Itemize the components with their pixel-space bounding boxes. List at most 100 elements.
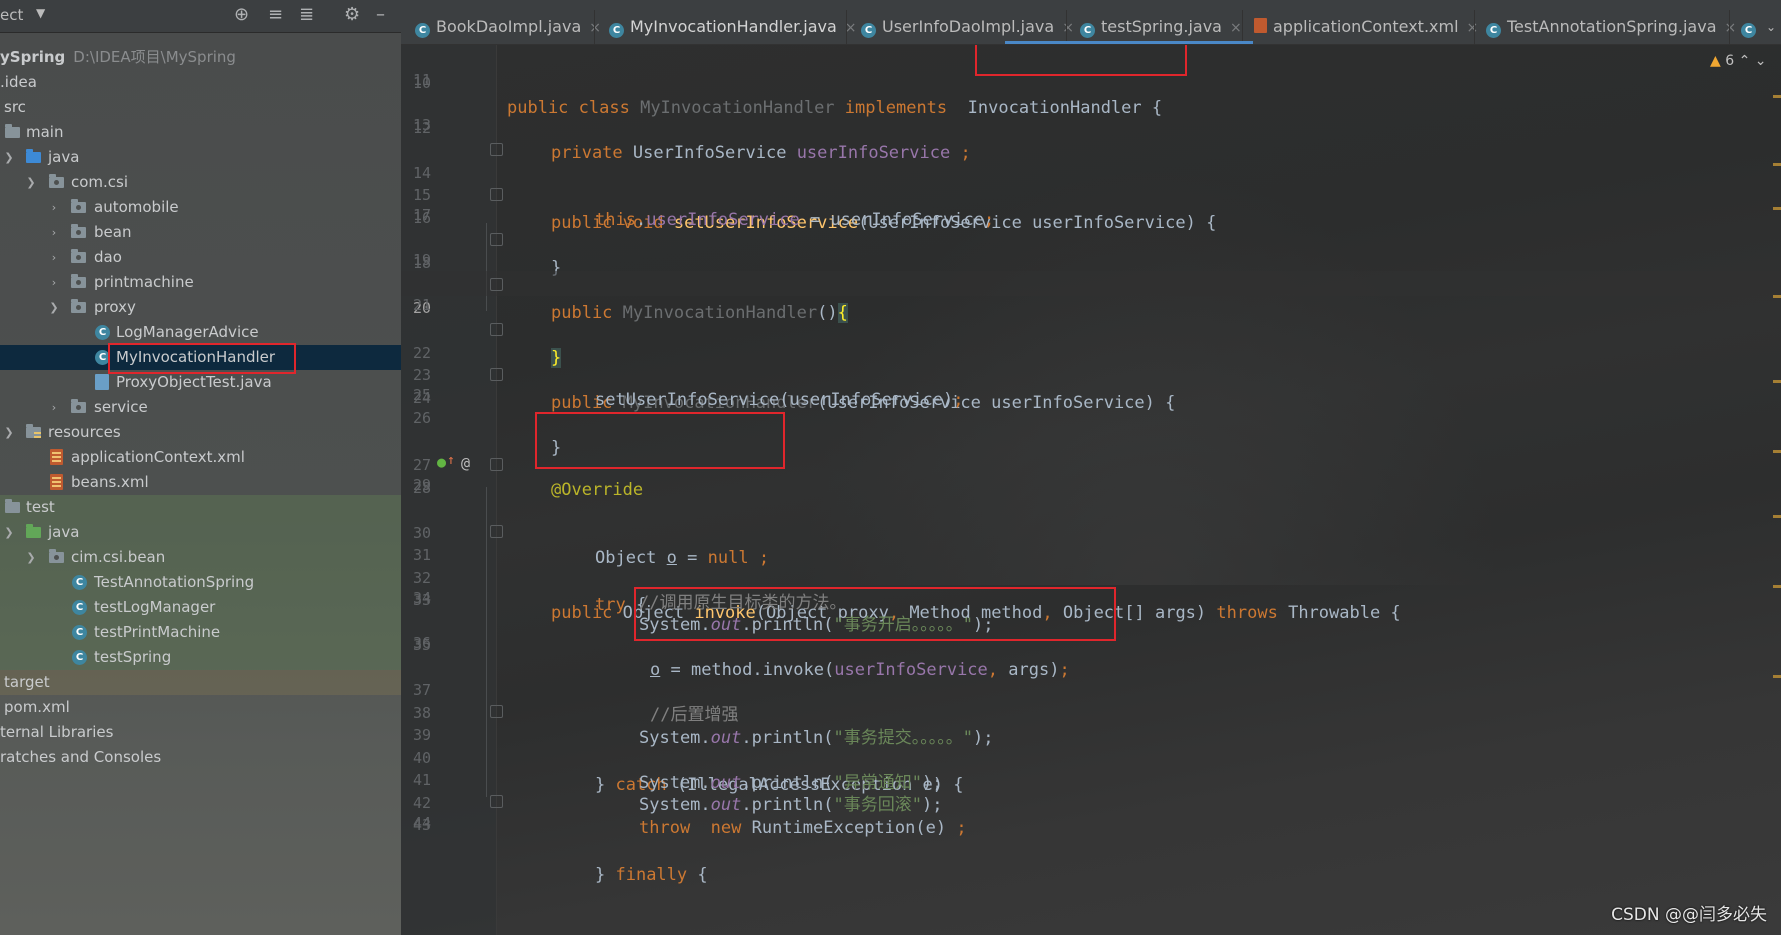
project-view-title[interactable]: ect [0, 6, 23, 24]
gear-icon[interactable]: ⚙ [344, 4, 360, 25]
chevron-down-icon[interactable]: ❯ [24, 545, 38, 570]
class-icon: C [1486, 23, 1501, 38]
class-icon: C [1080, 23, 1095, 38]
tree-item-testannotationspring[interactable]: C TestAnnotationSpring [0, 570, 401, 595]
class-icon: C [72, 575, 87, 590]
code-editor[interactable]: ▲ 6 ⌃ ⌄ 10 public class MyInvocationHand… [401, 45, 1781, 935]
tab-userinfodaoimpl[interactable]: C UserInfoDaoImpl.java × [861, 10, 1074, 44]
tab-testspring[interactable]: CtestSpring.java × [1080, 10, 1242, 44]
tree-item-label: cim.csi.bean [71, 548, 166, 566]
fold-icon[interactable] [490, 525, 503, 538]
tree-item-printmachine[interactable]: › printmachine [0, 270, 401, 295]
code-line: 23 setUserInfoService(userInfoService); [401, 338, 1781, 410]
close-icon[interactable]: × [1062, 20, 1074, 36]
close-icon[interactable]: × [1725, 20, 1737, 36]
code-line: 17 [401, 203, 1781, 228]
tab-overflow[interactable]: C [1741, 10, 1762, 44]
tree-item-testspring[interactable]: C testSpring [0, 645, 401, 670]
tree-item-logmanageradvice[interactable]: C LogManagerAdvice [0, 320, 401, 345]
tree-item-com-csi[interactable]: ❯ com.csi [0, 170, 401, 195]
collapse-all-icon[interactable]: ≣ [299, 4, 314, 25]
package-icon [71, 274, 86, 288]
tree-item-beans-xml[interactable]: beans.xml [0, 470, 401, 495]
override-arrow-icon[interactable]: ↑ [447, 448, 455, 473]
tree-item-label: service [94, 398, 148, 416]
tree-item-label: applicationContext.xml [71, 448, 245, 466]
tab-testannotationspring[interactable]: C TestAnnotationSpring.java × [1486, 10, 1736, 44]
tab-myinvocationhandler[interactable]: C MyInvocationHandler.java × [609, 10, 857, 44]
source-folder-icon [26, 149, 41, 163]
chevron-right-icon[interactable]: › [47, 395, 61, 420]
tab-applicationcontext[interactable]: applicationContext.xml × [1254, 10, 1478, 44]
close-icon[interactable]: × [1467, 20, 1479, 36]
fold-icon[interactable] [490, 458, 503, 471]
java-file-icon [95, 374, 109, 390]
chevron-down-icon[interactable]: ❯ [2, 145, 16, 170]
locate-icon[interactable]: ⊕ [234, 4, 249, 25]
tree-item-testlogmanager[interactable]: C testLogManager [0, 595, 401, 620]
chevron-right-icon[interactable]: › [47, 195, 61, 220]
hide-icon[interactable]: – [376, 4, 385, 25]
fold-icon[interactable] [490, 323, 503, 336]
tree-item-resources[interactable]: ❯ resources [0, 420, 401, 445]
tree-item-pom[interactable]: pom.xml [0, 695, 401, 720]
tree-item-label: TestAnnotationSpring [94, 573, 255, 591]
tree-item-service[interactable]: › service [0, 395, 401, 420]
xml-icon [1254, 18, 1267, 33]
tab-list-chevron-down-icon[interactable]: ⌄ [1766, 10, 1776, 44]
code-line: 44 [401, 811, 1781, 836]
tree-item-external-libraries[interactable]: ternal Libraries [0, 720, 401, 745]
test-folder-icon [26, 524, 41, 538]
tree-item-label: testSpring [94, 648, 172, 666]
tree-item-dao[interactable]: › dao [0, 245, 401, 270]
line-number: 21 [412, 296, 431, 314]
fold-icon[interactable] [490, 795, 503, 808]
tree-item-test-java[interactable]: ❯ java [0, 520, 401, 545]
project-header: ect ▼ ⊕ ≡ ≣ ⚙ – [0, 0, 401, 33]
fold-icon[interactable] [490, 188, 503, 201]
tree-item-main[interactable]: main [0, 120, 401, 145]
fold-icon[interactable] [490, 143, 503, 156]
tree-item-proxy[interactable]: ❯ proxy [0, 295, 401, 320]
code-line: 27 @Override [401, 428, 1781, 500]
chevron-down-icon[interactable]: ❯ [2, 420, 16, 445]
tree-item-cim-csi-bean[interactable]: ❯ cim.csi.bean [0, 545, 401, 570]
chevron-down-icon[interactable]: ❯ [2, 520, 16, 545]
fold-icon[interactable] [490, 233, 503, 246]
close-icon[interactable]: × [589, 20, 601, 36]
fold-icon[interactable] [490, 368, 503, 381]
expand-all-icon[interactable]: ≡ [268, 4, 283, 25]
tree-item-label: testPrintMachine [94, 623, 221, 641]
tree-item-target[interactable]: target [0, 670, 401, 695]
tree-item-test[interactable]: test [0, 495, 401, 520]
tree-item-src[interactable]: src [0, 95, 401, 120]
fold-icon[interactable] [490, 705, 503, 718]
tree-item-java[interactable]: ❯ java [0, 145, 401, 170]
tree-item-proxyobjecttest[interactable]: ProxyObjectTest.java [0, 370, 401, 395]
tree-root[interactable]: ySpring D:\IDEA项目\MySpring [0, 45, 401, 70]
chevron-down-icon[interactable]: ❯ [24, 170, 38, 195]
code-line: 37 //后置增强 [401, 653, 1781, 725]
chevron-down-icon[interactable]: ▼ [36, 6, 45, 20]
code-line: 21 [401, 293, 1781, 318]
tree-item-testprintmachine[interactable]: C testPrintMachine [0, 620, 401, 645]
code-line: 31 try { [401, 518, 1781, 615]
code-line: 11 [401, 68, 1781, 93]
fold-icon[interactable] [490, 278, 503, 291]
tree-item-myinvocationhandler[interactable]: C MyInvocationHandler [0, 345, 401, 370]
tree-item-scratches[interactable]: ratches and Consoles [0, 745, 401, 770]
chevron-right-icon[interactable]: › [47, 270, 61, 295]
chevron-right-icon[interactable]: › [47, 220, 61, 245]
tree-item-automobile[interactable]: › automobile [0, 195, 401, 220]
chevron-down-icon[interactable]: ❯ [47, 295, 61, 320]
tree-item-bean[interactable]: › bean [0, 220, 401, 245]
tree-item-label: main [26, 123, 64, 141]
tree-item-label: com.csi [71, 173, 129, 191]
tree-item-idea[interactable]: .idea [0, 70, 401, 95]
chevron-right-icon[interactable]: › [47, 245, 61, 270]
tab-bookdaoimpl[interactable]: C BookDaoImpl.java × [415, 10, 601, 44]
implements-method-icon[interactable]: ● [437, 450, 446, 475]
close-icon[interactable]: × [1230, 20, 1242, 36]
tree-item-label: test [26, 498, 55, 516]
tree-item-applicationcontext[interactable]: applicationContext.xml [0, 445, 401, 470]
